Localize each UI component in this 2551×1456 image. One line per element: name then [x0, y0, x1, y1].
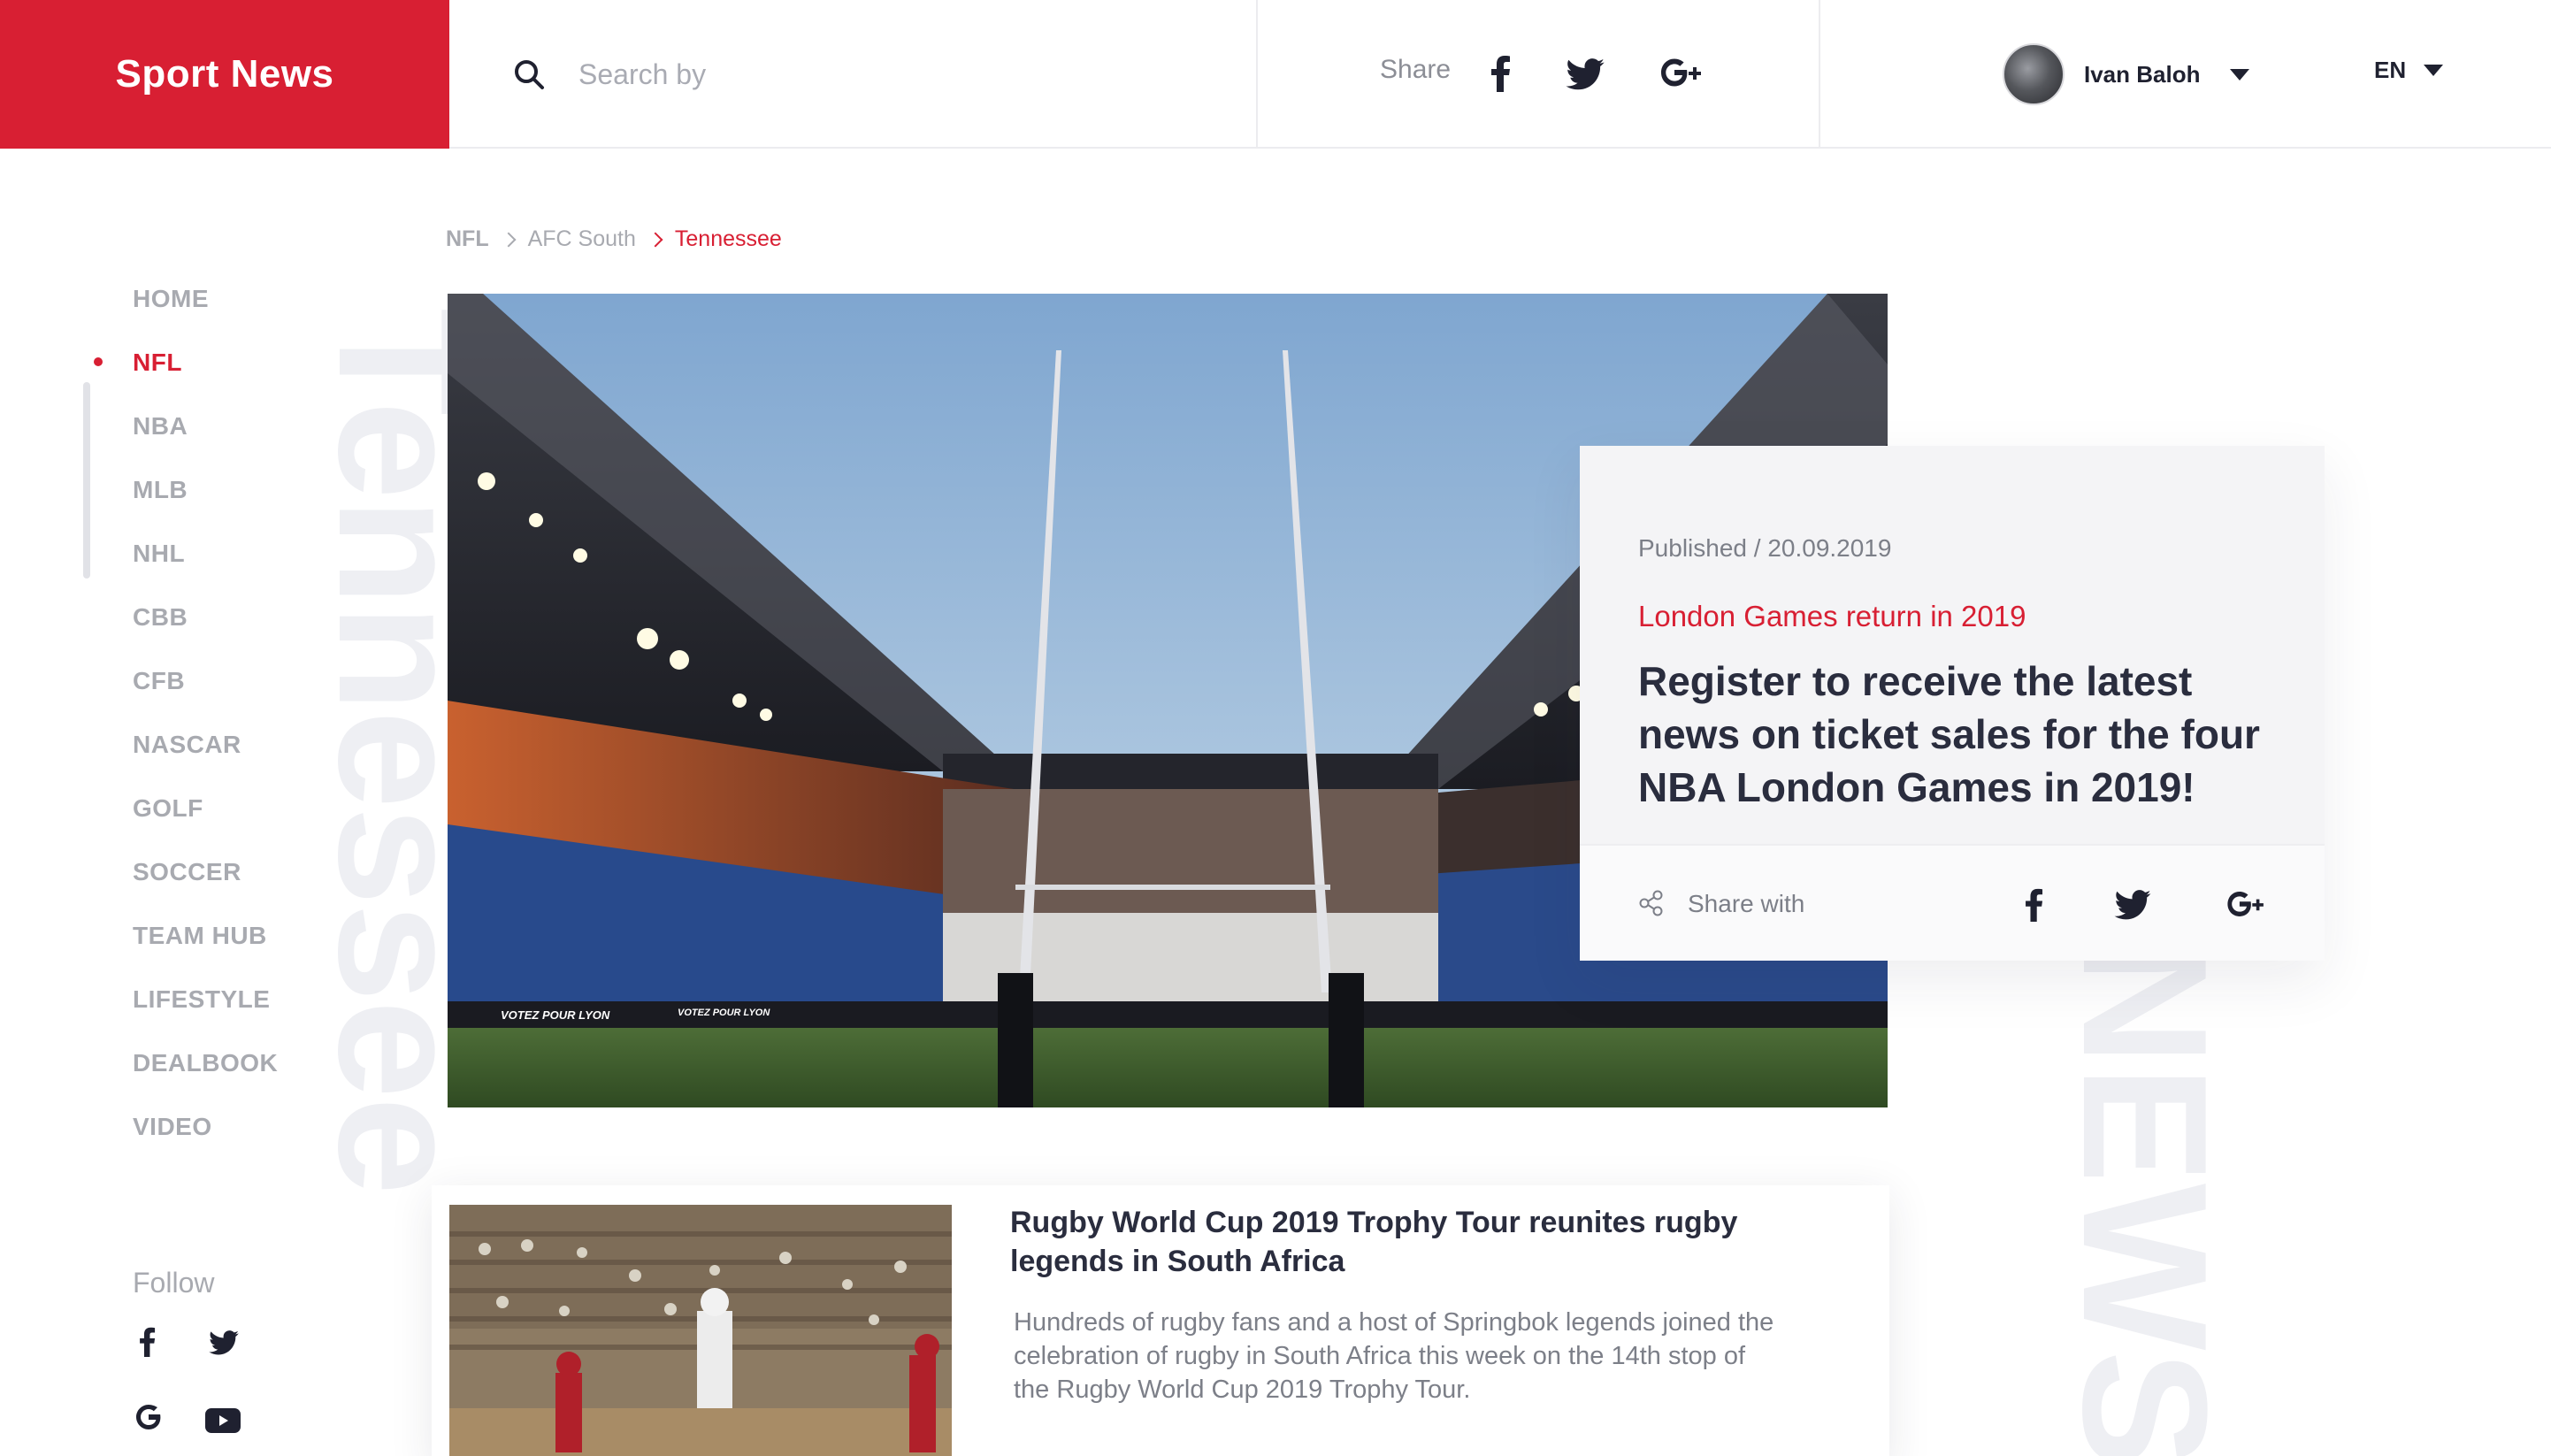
article-card[interactable]: Rugby World Cup 2019 Trophy Tour reunite… [432, 1185, 1889, 1456]
twitter-icon[interactable] [1566, 58, 1605, 90]
breadcrumb-item[interactable]: AFC South [528, 226, 636, 252]
chevron-right-icon [501, 232, 517, 247]
stadium-banner: VOTEZ POUR LYON [501, 1008, 610, 1022]
watermark-news: NEWS [2046, 938, 2243, 1456]
breadcrumb-item[interactable]: NFL [446, 226, 489, 252]
facebook-icon[interactable] [1491, 55, 1511, 92]
share-label: Share [1380, 55, 1452, 84]
sidebar-item-cbb[interactable]: CBB [133, 603, 188, 632]
twitter-icon[interactable] [2114, 890, 2151, 920]
share-with-label: Share with [1688, 890, 1805, 917]
sidebar-item-nfl[interactable]: NFL [133, 349, 182, 377]
facebook-icon[interactable] [2026, 888, 2043, 922]
share-icon[interactable] [1638, 890, 1665, 916]
google-plus-icon[interactable] [1661, 55, 1704, 90]
avatar[interactable] [2003, 43, 2065, 105]
language-selector[interactable]: EN [2374, 57, 2444, 84]
share-with-bar: Share with [1580, 844, 2325, 961]
publish-date: Published / 20.09.2019 [1638, 534, 1892, 562]
sidebar-item-video[interactable]: VIDEO [133, 1113, 212, 1141]
google-plus-icon[interactable] [2227, 888, 2266, 920]
sidebar-nav: HOME NFL NBA MLB NHL CBB CFB NASCAR GOLF… [0, 149, 301, 1456]
breadcrumb: NFL AFC South Tennessee [446, 226, 782, 252]
brand-logo[interactable]: Sport News [0, 0, 449, 149]
search-icon[interactable] [513, 58, 545, 90]
chevron-down-icon[interactable] [2230, 68, 2250, 80]
google-icon[interactable] [134, 1403, 163, 1431]
sidebar-item-mlb[interactable]: MLB [133, 476, 188, 504]
featured-article-card[interactable]: Published / 20.09.2019 London Games retu… [1580, 446, 2325, 961]
search-input[interactable] [578, 46, 1109, 103]
sidebar-item-nhl[interactable]: NHL [133, 540, 185, 568]
follow-label: Follow [133, 1267, 215, 1299]
article-thumbnail[interactable] [449, 1205, 952, 1456]
article-title[interactable]: Rugby World Cup 2019 Trophy Tour reunite… [1010, 1203, 1771, 1281]
search-bar [449, 0, 1258, 149]
active-indicator [94, 357, 103, 366]
sidebar-scrollbar[interactable] [83, 382, 90, 579]
breadcrumb-current: Tennessee [674, 226, 782, 251]
sidebar-item-soccer[interactable]: SOCCER [133, 858, 241, 886]
featured-title[interactable]: Register to receive the latest news on t… [1638, 655, 2293, 814]
youtube-icon[interactable] [205, 1408, 241, 1433]
article-excerpt: Hundreds of rugby fans and a host of Spr… [1014, 1308, 1774, 1404]
sidebar-item-cfb[interactable]: CFB [133, 667, 185, 695]
user-menu[interactable]: Ivan Baloh [2003, 42, 2250, 106]
sidebar-item-nascar[interactable]: NASCAR [133, 731, 241, 759]
sidebar-item-team-hub[interactable]: TEAM HUB [133, 922, 267, 950]
chevron-right-icon [647, 232, 663, 247]
sidebar-item-nba[interactable]: NBA [133, 412, 188, 441]
facebook-icon[interactable] [140, 1327, 156, 1357]
language-label[interactable]: EN [2374, 57, 2406, 84]
twitter-icon[interactable] [209, 1330, 239, 1355]
chevron-down-icon[interactable] [2424, 65, 2444, 76]
sidebar-item-lifestyle[interactable]: LIFESTYLE [133, 985, 270, 1014]
sidebar-item-dealbook[interactable]: DEALBOOK [133, 1049, 278, 1077]
top-header: Sport News Share Ivan Baloh EN [0, 0, 2551, 149]
sidebar-item-home[interactable]: HOME [133, 285, 209, 313]
sidebar-item-golf[interactable]: GOLF [133, 794, 203, 823]
user-name[interactable]: Ivan Baloh [2084, 61, 2200, 88]
header-share-group: Share [1258, 0, 1820, 149]
stadium-banner: VOTEZ POUR LYON [678, 1008, 770, 1018]
featured-kicker-link[interactable]: London Games return in 2019 [1638, 600, 2026, 633]
